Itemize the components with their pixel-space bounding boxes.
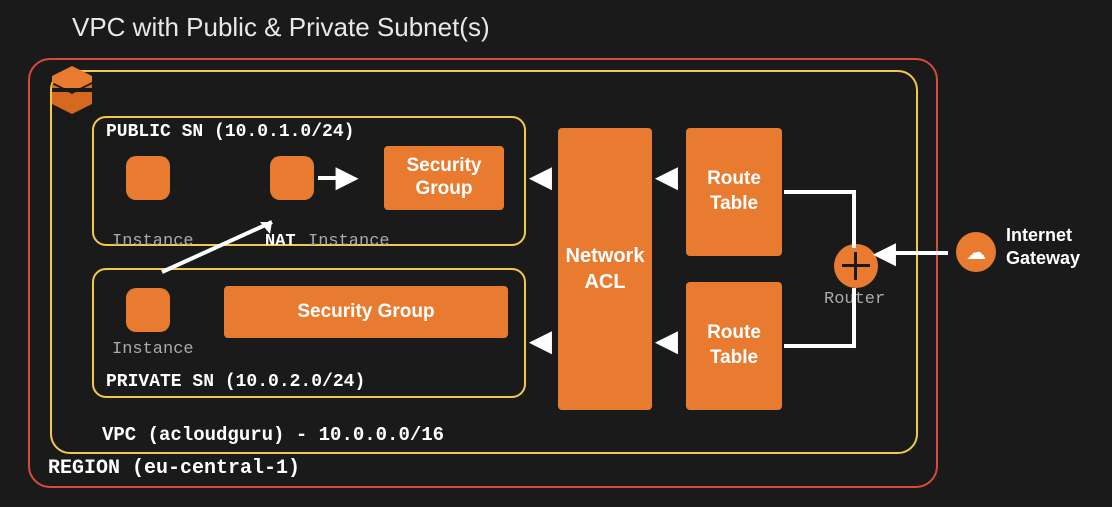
public-instance-2-icon [270,156,314,200]
public-security-group-box: Security Group [384,146,504,210]
vpc-label: VPC (acloudguru) - 10.0.0.0/16 [102,424,444,446]
public-instance-1-icon [126,156,170,200]
nat-arrow-icon [152,212,292,282]
connector-line [888,251,948,255]
arrow-left-icon: ◀ [874,236,896,269]
arrow-left-icon: ◀ [530,324,552,357]
internet-gateway-label: Internet Gateway [1006,224,1112,269]
router-icon [834,244,878,288]
private-security-group-box: Security Group [224,286,508,338]
route-table-1-box: Route Table [686,128,782,256]
cloud-icon: ☁ [956,232,996,272]
public-subnet-label: PUBLIC SN (10.0.1.0/24) [106,122,354,142]
diagram-title: VPC with Public & Private Subnet(s) [72,12,490,43]
connector-line [852,190,856,248]
connector-line [784,344,854,348]
private-subnet-container: PRIVATE SN (10.0.2.0/24) Security Group [92,268,526,398]
connector-line [852,288,856,348]
private-instance-icon [126,288,170,332]
arrow-left-icon: ◀ [656,160,678,193]
vpc-icon [46,64,98,116]
public-instance-2-label: Instance [308,232,390,251]
private-subnet-label: PRIVATE SN (10.0.2.0/24) [106,372,365,392]
arrow-left-icon: ◀ [656,324,678,357]
private-instance-label: Instance [112,340,194,359]
region-container: REGION (eu-central-1) VPC (acloudguru) -… [28,58,938,488]
arrow-right-icon: ▶ [336,160,358,193]
network-acl-box: Network ACL [558,128,652,410]
vpc-container: VPC (acloudguru) - 10.0.0.0/16 PUBLIC SN… [50,70,918,454]
connector-line [784,190,854,194]
route-table-2-box: Route Table [686,282,782,410]
region-label: REGION (eu-central-1) [48,457,300,480]
arrow-left-icon: ◀ [530,160,552,193]
